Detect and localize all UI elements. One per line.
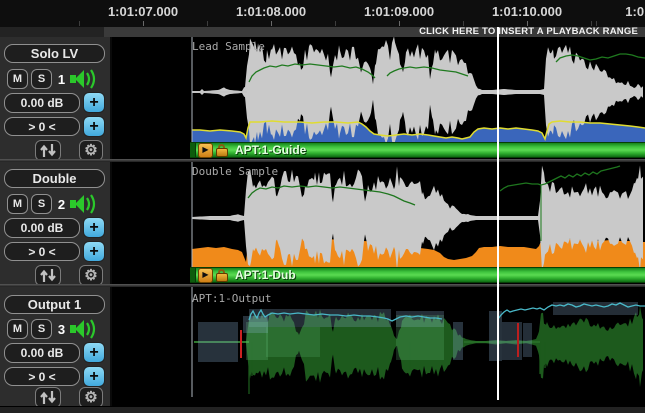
timeline-tick: [207, 21, 208, 26]
range-button[interactable]: > 0 <: [4, 117, 80, 136]
clip-label: APT:1-Output: [192, 292, 271, 305]
track-1-lane[interactable]: Lead Sample ▶ APT:1-Guide: [112, 37, 645, 159]
block-label: APT:1-Dub: [235, 268, 296, 282]
solo-button[interactable]: S: [31, 194, 52, 214]
speaker-icon[interactable]: [69, 318, 97, 340]
plus-button[interactable]: +: [83, 366, 105, 387]
gear-icon[interactable]: ⚙: [79, 265, 103, 286]
track-number: 2: [55, 194, 68, 214]
timeline-tick: [271, 21, 272, 26]
timeline-label: 1:01:08.000: [236, 4, 306, 19]
track-row-2: Double M S 2 0.00 dB + > 0 < +: [0, 162, 645, 287]
track-3-panel: Output 1 M S 3 0.00 dB + > 0 < +: [0, 287, 112, 413]
timeline-label: 1:01:10.000: [492, 4, 562, 19]
processing-block[interactable]: [266, 327, 320, 357]
track-name-button[interactable]: Output 1: [4, 295, 105, 314]
processing-block[interactable]: [553, 302, 638, 315]
play-icon[interactable]: ▶: [198, 268, 213, 283]
apt-dub-block[interactable]: ▶ APT:1-Dub: [190, 267, 645, 283]
track-1-panel: Solo LV M S 1 0.00 dB + > 0 < +: [0, 37, 112, 162]
processing-block[interactable]: [249, 309, 391, 327]
timeline-label: 1:01:09.000: [364, 4, 434, 19]
timeline-tick: [79, 21, 80, 26]
track-name-button[interactable]: Solo LV: [4, 44, 105, 63]
track-number: 1: [55, 69, 68, 89]
timeline-tick: [143, 21, 144, 26]
pitch-contour: [500, 166, 620, 191]
block-left-cap: [190, 268, 196, 282]
track-2-lane[interactable]: Double Sample ▶ APT:1-Dub: [112, 162, 645, 284]
track-3-lane[interactable]: APT:1-Output: [112, 287, 645, 398]
reorder-track-button[interactable]: [35, 387, 61, 408]
timeline-label: 1:01:07.000: [108, 4, 178, 19]
timeline-label: 1:01:11.000: [625, 4, 645, 19]
gain-button[interactable]: 0.00 dB: [4, 343, 80, 363]
clip-label: Double Sample: [192, 165, 278, 178]
track-2-panel: Double M S 2 0.00 dB + > 0 < +: [0, 162, 112, 287]
solo-button[interactable]: S: [31, 69, 52, 89]
track-row-3: Output 1 M S 3 0.00 dB + > 0 < +: [0, 287, 645, 413]
track-number: 3: [55, 319, 68, 339]
mute-button[interactable]: M: [7, 69, 28, 89]
range-button[interactable]: > 0 <: [4, 367, 80, 386]
processing-block[interactable]: [453, 322, 463, 360]
processing-block[interactable]: [489, 311, 502, 361]
gain-button[interactable]: 0.00 dB: [4, 93, 80, 113]
processing-block[interactable]: [246, 322, 268, 360]
insert-playback-range-hint[interactable]: CLICK HERE TO INSERT A PLAYBACK RANGE: [419, 27, 638, 37]
gear-icon[interactable]: ⚙: [79, 140, 103, 161]
playhead-cursor[interactable]: [497, 27, 499, 400]
bottom-strip: [0, 406, 645, 413]
mute-button[interactable]: M: [7, 319, 28, 339]
speaker-icon[interactable]: [69, 68, 97, 90]
processing-block[interactable]: [523, 323, 532, 357]
plus-button[interactable]: +: [83, 217, 105, 238]
plus-button[interactable]: +: [83, 241, 105, 262]
reorder-track-button[interactable]: [35, 265, 61, 286]
playback-bar-left-segment: [0, 27, 104, 37]
clip-label: Lead Sample: [192, 40, 265, 53]
block-left-cap: [190, 143, 196, 157]
gain-button[interactable]: 0.00 dB: [4, 218, 80, 238]
plus-button[interactable]: +: [83, 116, 105, 137]
timeline-ruler[interactable]: 1:01:07.000 1:01:08.000 1:01:09.000 1:01:10…: [0, 0, 645, 27]
plus-button[interactable]: +: [83, 342, 105, 363]
reorder-track-button[interactable]: [35, 140, 61, 161]
apt-guide-block[interactable]: ▶ APT:1-Guide: [190, 142, 645, 158]
track-name-button[interactable]: Double: [4, 169, 105, 188]
lock-icon[interactable]: [216, 269, 229, 282]
timeline-tick: [335, 21, 336, 26]
plus-button[interactable]: +: [83, 92, 105, 113]
processing-block[interactable]: [396, 315, 444, 360]
timeline-tick: [399, 21, 400, 26]
solo-button[interactable]: S: [31, 319, 52, 339]
play-icon[interactable]: ▶: [198, 143, 213, 158]
revoice-apt-window: 1:01:07.000 1:01:08.000 1:01:09.000 1:01:10…: [0, 0, 645, 413]
speaker-icon[interactable]: [69, 193, 97, 215]
mute-button[interactable]: M: [7, 194, 28, 214]
processing-block[interactable]: [198, 322, 238, 362]
block-label: APT:1-Guide: [235, 143, 306, 157]
gear-icon[interactable]: ⚙: [79, 387, 103, 408]
lock-icon[interactable]: [216, 144, 229, 157]
range-button[interactable]: > 0 <: [4, 242, 80, 261]
track-row-1: Solo LV M S 1 0.00 dB + > 0 < +: [0, 37, 645, 162]
